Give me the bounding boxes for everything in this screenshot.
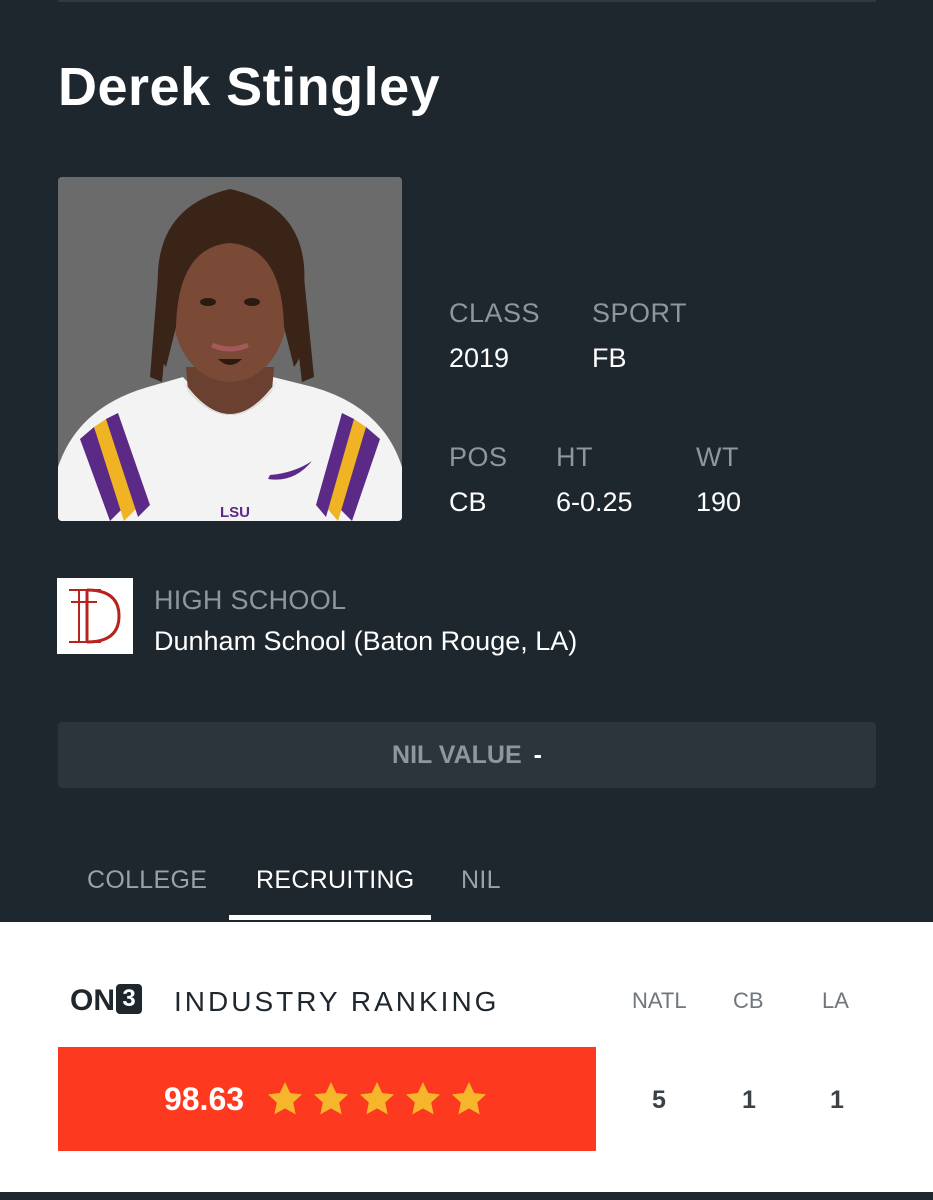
tab-nil[interactable]: NIL: [461, 866, 501, 895]
pos-value: CB: [449, 487, 487, 517]
tab-college[interactable]: COLLEGE: [87, 866, 207, 895]
rank-header-state: LA: [822, 988, 849, 1013]
jersey-logo-text: LSU: [220, 504, 250, 521]
star-icon: [452, 1082, 487, 1115]
pos-attr: POS CB: [449, 442, 508, 518]
class-label: CLASS: [449, 298, 541, 328]
star-icon: [314, 1082, 349, 1115]
on3-logo-text: ON: [70, 984, 115, 1017]
player-name: Derek Stingley: [58, 57, 441, 117]
sport-value: FB: [592, 343, 627, 373]
ht-label: HT: [556, 442, 593, 472]
pos-label: POS: [449, 442, 508, 472]
tab-recruiting[interactable]: RECRUITING: [256, 866, 415, 895]
star-icon: [268, 1082, 303, 1115]
divider: [58, 0, 876, 2]
ranking-title: INDUSTRY RANKING: [174, 986, 500, 1017]
rank-value-state[interactable]: 1: [830, 1086, 844, 1115]
on3-logo-number: 3: [116, 984, 142, 1014]
rank-value-natl[interactable]: 5: [652, 1086, 666, 1115]
sport-label: SPORT: [592, 298, 688, 328]
wt-label: WT: [696, 442, 739, 472]
ht-attr: HT 6-0.25: [556, 442, 633, 518]
ht-value: 6-0.25: [556, 487, 633, 517]
sport-attr: SPORT FB: [592, 298, 687, 374]
nil-value-label: NIL VALUE: [392, 740, 522, 769]
rank-header-natl: NATL: [632, 988, 687, 1013]
class-attr: CLASS 2019: [449, 298, 540, 374]
wt-attr: WT 190: [696, 442, 741, 518]
bottom-divider: [0, 1192, 933, 1200]
rank-header-position: CB: [733, 988, 764, 1013]
rank-value-position[interactable]: 1: [742, 1086, 756, 1115]
active-tab-indicator: [229, 915, 431, 920]
player-photo: LSU: [58, 177, 402, 521]
high-school-label: HIGH SCHOOL: [154, 585, 347, 615]
rating-score-box: 98.63: [58, 1047, 596, 1151]
high-school-name[interactable]: Dunham School (Baton Rouge, LA): [154, 626, 577, 657]
star-rating: [264, 1079, 490, 1119]
wt-value: 190: [696, 487, 742, 517]
nil-value: -: [533, 740, 542, 769]
star-icon: [406, 1082, 441, 1115]
rating-score: 98.63: [163, 1080, 245, 1117]
class-value: 2019: [449, 343, 510, 373]
nil-value-box: NIL VALUE -: [58, 722, 876, 788]
school-logo[interactable]: [57, 578, 133, 654]
on3-logo: ON 3: [70, 984, 142, 1018]
star-icon: [360, 1082, 395, 1115]
